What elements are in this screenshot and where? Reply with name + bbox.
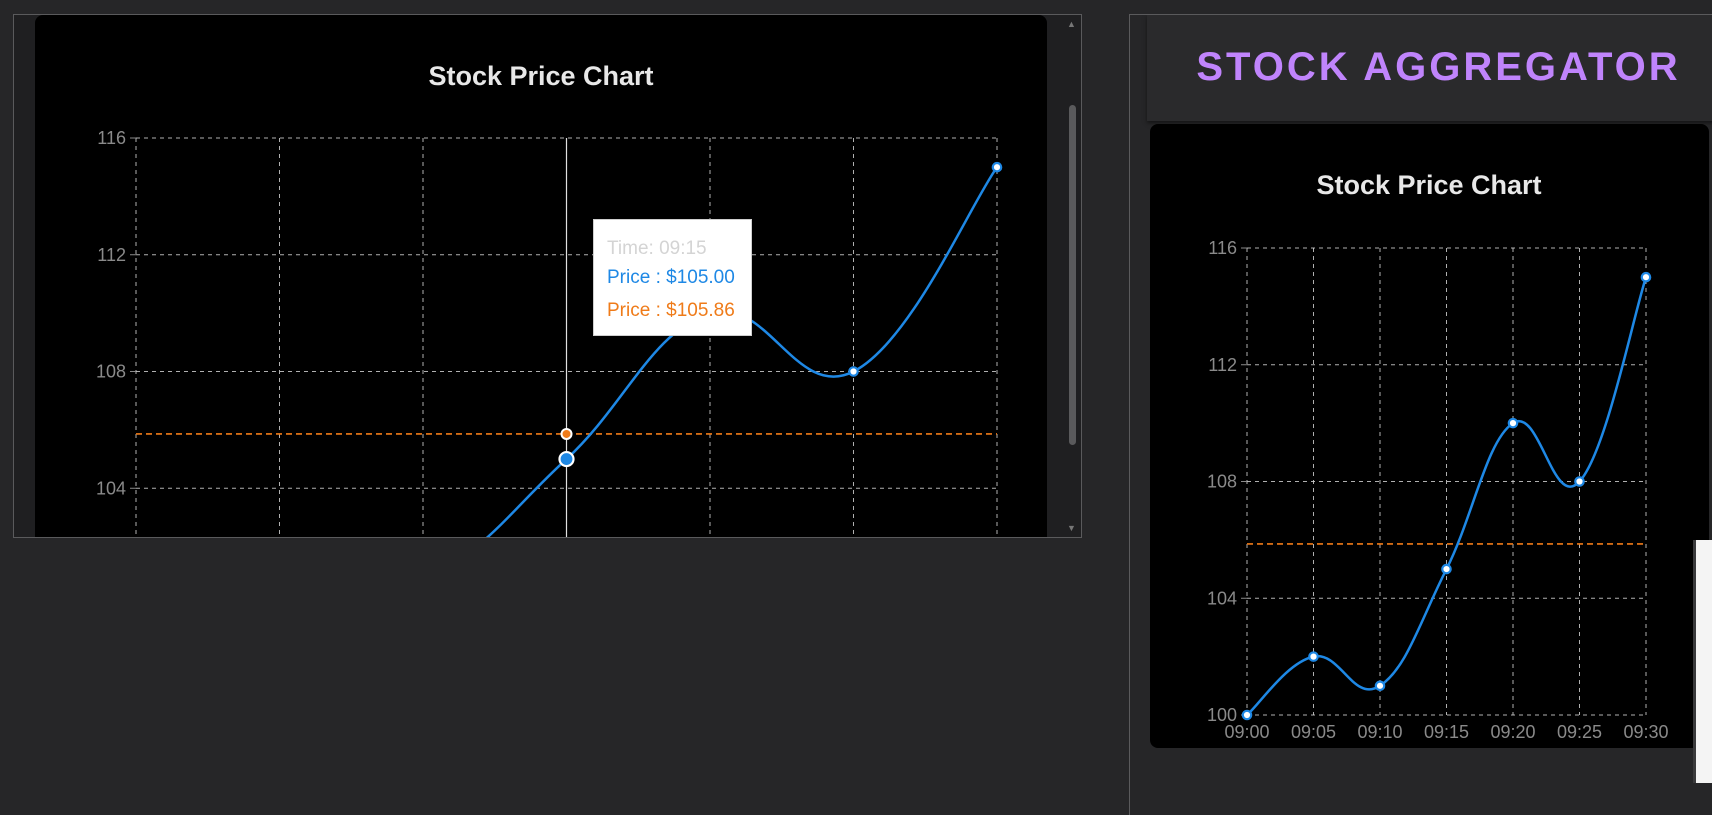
y-tick-label: 116 bbox=[1208, 238, 1237, 258]
chart-grid bbox=[1246, 247, 1647, 716]
y-tick-label: 104 bbox=[1207, 588, 1237, 608]
stock-price-chart[interactable]: Stock Price Chart 104 108 112 116 bbox=[35, 15, 1047, 538]
y-tick-label: 104 bbox=[96, 478, 126, 498]
price-point bbox=[1441, 563, 1452, 575]
chart-tooltip: Time: 09:15 Price : $105.00 Price : $105… bbox=[593, 219, 752, 336]
price-point bbox=[848, 366, 859, 377]
scroll-down-icon[interactable]: ▼ bbox=[1067, 523, 1076, 533]
price-point bbox=[1241, 709, 1253, 721]
app-header: STOCK AGGREGATOR bbox=[1147, 15, 1712, 121]
overlay-panel-edge bbox=[1693, 540, 1712, 783]
stock-price-chart[interactable]: Stock Price Chart10010410811211609:00 09:… bbox=[1150, 124, 1709, 748]
price-point bbox=[1308, 651, 1319, 662]
price-point bbox=[1374, 680, 1386, 692]
chart-title: Stock Price Chart bbox=[428, 61, 653, 91]
x-tick-label: 09:00 bbox=[1224, 722, 1269, 742]
scroll-up-icon[interactable]: ▲ bbox=[1067, 19, 1076, 29]
x-tick-label: 09:10 bbox=[1357, 722, 1402, 742]
right-app-panel: STOCK AGGREGATOR Stock Price Chart 100 104… bbox=[1129, 14, 1712, 815]
x-tick-label: 09:05 bbox=[1291, 722, 1336, 742]
price-point bbox=[991, 161, 1003, 173]
x-tick-label: 09:25 bbox=[1557, 722, 1602, 742]
y-tick-label: 108 bbox=[96, 362, 126, 382]
tooltip-average-price: Price : $105.86 bbox=[607, 300, 735, 321]
y-tick-label: 108 bbox=[1207, 472, 1237, 492]
price-point-active bbox=[558, 450, 575, 468]
chart-card: Stock Price Chart 100 104 108 112 116 09:00 09:… bbox=[1150, 124, 1709, 748]
x-tick-label: 09:15 bbox=[1424, 722, 1469, 742]
app-title: STOCK AGGREGATOR bbox=[1196, 45, 1681, 89]
tooltip-price: Price : $105.00 bbox=[607, 267, 735, 288]
x-tick-label: 09:30 bbox=[1623, 722, 1668, 742]
price-point bbox=[1507, 417, 1519, 429]
price-point bbox=[1640, 271, 1652, 283]
y-tick-label: 112 bbox=[97, 245, 126, 265]
vertical-scrollbar[interactable]: ▲ ▼ bbox=[1064, 15, 1081, 537]
y-tick-label: 116 bbox=[97, 128, 126, 148]
y-tick-label: 112 bbox=[1208, 355, 1237, 375]
scrollbar-thumb[interactable] bbox=[1069, 105, 1076, 445]
x-tick-label: 09:20 bbox=[1490, 722, 1535, 742]
left-chart-panel[interactable]: Stock Price Chart 104 108 112 116 Time: 09:1… bbox=[13, 14, 1082, 538]
average-point-active bbox=[560, 427, 573, 440]
price-point bbox=[1574, 476, 1585, 487]
chart-card: Stock Price Chart 104 108 112 116 Time: 09:1… bbox=[35, 15, 1047, 538]
chart-title: Stock Price Chart bbox=[1316, 170, 1541, 200]
